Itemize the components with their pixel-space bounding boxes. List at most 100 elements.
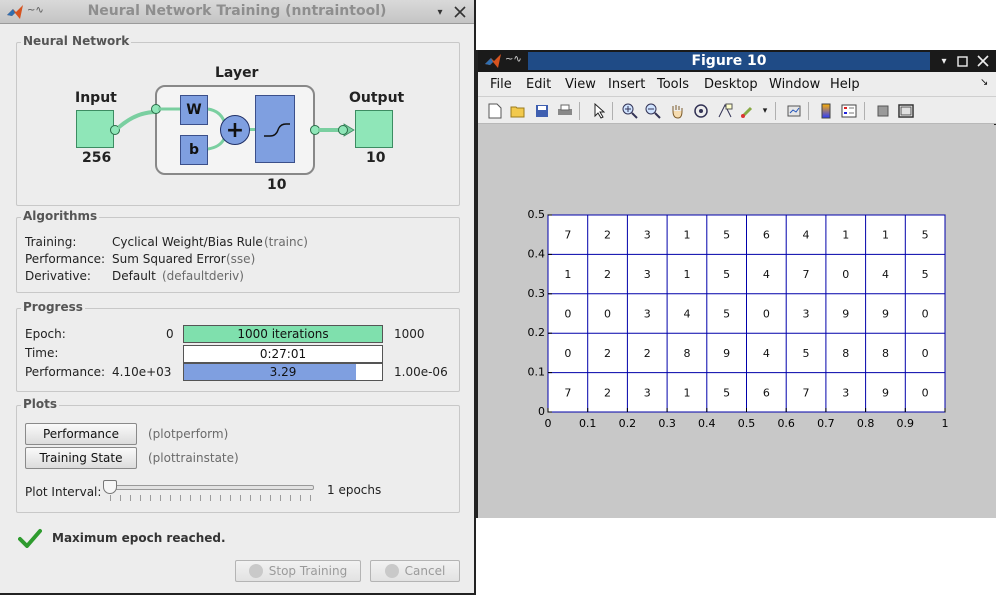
toolbar-separator (579, 102, 580, 120)
menu-desktop[interactable]: Desktop (704, 77, 758, 92)
performance-progress-bar: 3.29 (183, 363, 383, 381)
output-box (355, 110, 393, 148)
plot-performance-button[interactable]: Performance (25, 423, 137, 445)
table-cell: 8 (882, 347, 889, 360)
plottrainstate-func: (plottrainstate) (148, 451, 239, 465)
layer-label: Layer (215, 65, 259, 81)
menu-window[interactable]: Window (769, 77, 820, 92)
colorbar-icon[interactable] (817, 102, 835, 120)
table-cell: 2 (604, 386, 611, 399)
matlab-logo-icon (485, 54, 501, 68)
table-cell: 7 (803, 268, 810, 281)
x-tick-label: 0.9 (897, 417, 915, 430)
y-tick-label: 0.2 (528, 326, 546, 339)
menu-bar: File Edit View Insert Tools Desktop Wind… (478, 72, 996, 97)
x-tick-label: 0.2 (619, 417, 637, 430)
table-cell: 5 (723, 229, 730, 242)
show-plot-tools-icon[interactable] (897, 102, 915, 120)
output-wire (318, 123, 355, 137)
group-title: Progress (21, 300, 85, 314)
table-cell: 8 (683, 347, 690, 360)
table-cell: 6 (763, 229, 770, 242)
table-cell: 4 (882, 268, 889, 281)
table-cell: 0 (604, 308, 611, 321)
data-cursor-icon[interactable] (716, 102, 734, 120)
table-cell: 5 (803, 347, 810, 360)
hide-plot-tools-icon[interactable] (874, 102, 892, 120)
y-tick-label: 0.3 (528, 287, 546, 300)
table-cell: 2 (604, 268, 611, 281)
brush-icon[interactable] (739, 102, 757, 120)
dock-arrow-icon[interactable]: ↘ (980, 77, 988, 88)
table-cell: 1 (882, 229, 889, 242)
cancel-button[interactable]: Cancel (370, 560, 460, 582)
table-cell: 2 (644, 347, 651, 360)
table-cell: 0 (763, 308, 770, 321)
save-icon[interactable] (533, 102, 551, 120)
derivative-value: Default (112, 269, 156, 283)
pan-icon[interactable] (668, 102, 686, 120)
pointer-icon[interactable] (590, 102, 608, 120)
print-icon[interactable] (556, 102, 574, 120)
table-cell: 0 (922, 347, 929, 360)
new-figure-icon[interactable] (486, 102, 504, 120)
close-icon[interactable] (975, 53, 991, 69)
window-menu-icon[interactable]: ~∿ (505, 54, 522, 65)
training-value: Cyclical Weight/Bias Rule (112, 235, 263, 249)
menu-file[interactable]: File (490, 77, 512, 92)
cancel-label: Cancel (404, 564, 446, 578)
plot-interval-slider[interactable] (110, 485, 314, 490)
menu-tools[interactable]: Tools (657, 77, 689, 92)
table-cell: 4 (803, 229, 810, 242)
figure-title: Figure 10 (528, 52, 930, 70)
group-title: Plots (21, 397, 60, 411)
table-cell: 2 (604, 229, 611, 242)
figure-titlebar[interactable]: ~∿ Figure 10 ▾ (478, 50, 996, 72)
network-diagram: Input 256 Layer W b + 10 Output 10 (0, 0, 474, 210)
epoch-max: 1000 (394, 327, 425, 341)
menu-help[interactable]: Help (830, 77, 860, 92)
table-cell: 5 (922, 229, 929, 242)
stop-training-button[interactable]: Stop Training (235, 560, 361, 582)
brush-dropdown-icon[interactable]: ▾ (760, 102, 770, 120)
menu-view[interactable]: View (565, 77, 596, 92)
table-plot: 7 2 3 1 5 6 4 1 1 51 2 3 1 5 4 7 0 4 50 0 3 4 5 0 3 9 9 00 2 2 8 9 4 5 8 8 0… (528, 208, 949, 430)
table-cell: 0 (564, 347, 571, 360)
open-file-icon[interactable] (509, 102, 527, 120)
cancel-icon (384, 564, 399, 578)
checkmark-icon (18, 529, 42, 548)
toolbar-separator (864, 102, 865, 120)
table-cell: 1 (564, 268, 571, 281)
slider-ticks (110, 495, 314, 501)
table-cell: 0 (922, 308, 929, 321)
nntraintool-window: ~∿ Neural Network Training (nntraintool)… (0, 0, 476, 595)
rotate-icon[interactable] (692, 102, 710, 120)
table-cell: 3 (842, 386, 849, 399)
table-cell: 5 (723, 308, 730, 321)
zoom-in-icon[interactable] (621, 102, 639, 120)
stop-training-label: Stop Training (268, 564, 348, 578)
menu-insert[interactable]: Insert (608, 77, 645, 92)
performance-label: Performance: (25, 252, 106, 266)
x-tick-label: 0.4 (698, 417, 716, 430)
output-label: Output (349, 90, 405, 106)
menu-edit[interactable]: Edit (526, 77, 551, 92)
internal-wires (158, 107, 226, 151)
x-tick-label: 0.7 (817, 417, 835, 430)
table-cell: 9 (882, 386, 889, 399)
slider-thumb[interactable] (103, 480, 117, 494)
table-cell: 3 (644, 308, 651, 321)
menu-arrow-icon[interactable]: ▾ (936, 53, 952, 69)
plot-training-state-button[interactable]: Training State (25, 447, 137, 469)
training-label: Training: (25, 235, 77, 249)
performance-func: (sse) (226, 252, 256, 266)
link-plot-icon[interactable] (785, 102, 803, 120)
derivative-func: (defaultderiv) (162, 269, 244, 283)
x-tick-label: 1 (942, 417, 949, 430)
maximize-icon[interactable] (954, 53, 970, 69)
input-size: 256 (82, 150, 112, 166)
table-cell: 3 (803, 308, 810, 321)
zoom-out-icon[interactable] (644, 102, 662, 120)
legend-icon[interactable] (840, 102, 858, 120)
table-cell: 6 (763, 386, 770, 399)
